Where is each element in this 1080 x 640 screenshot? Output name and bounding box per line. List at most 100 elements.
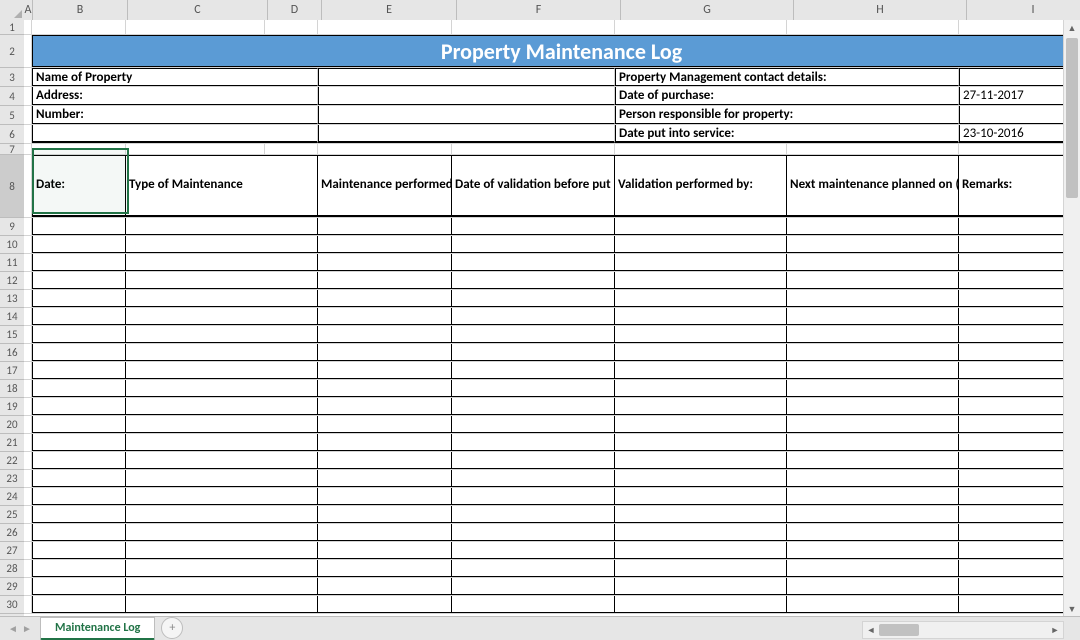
table-cell[interactable] [32, 308, 126, 325]
table-cell[interactable] [452, 236, 615, 253]
table-cell[interactable] [959, 506, 1064, 523]
table-cell[interactable] [787, 272, 959, 289]
table-cell[interactable] [615, 236, 787, 253]
table-cell[interactable] [787, 506, 959, 523]
table-cell[interactable] [615, 416, 787, 433]
table-cell[interactable] [787, 398, 959, 415]
table-cell[interactable] [615, 380, 787, 397]
table-cell[interactable] [787, 362, 959, 379]
table-cell[interactable] [318, 560, 452, 577]
table-cell[interactable] [32, 326, 126, 343]
table-cell[interactable] [787, 488, 959, 505]
table-cell[interactable] [32, 380, 126, 397]
table-cell[interactable] [615, 218, 787, 235]
table-cell[interactable] [615, 434, 787, 451]
row-header-7[interactable]: 7 [0, 144, 24, 155]
table-cell[interactable] [32, 488, 126, 505]
table-cell[interactable] [452, 596, 615, 613]
table-cell[interactable] [126, 398, 318, 415]
table-cell[interactable] [452, 434, 615, 451]
table-cell[interactable] [318, 578, 452, 595]
table-cell[interactable] [959, 272, 1064, 289]
table-cell[interactable] [959, 560, 1064, 577]
table-cell[interactable] [318, 380, 452, 397]
row-header-16[interactable]: 16 [0, 344, 24, 362]
table-cell[interactable] [318, 344, 452, 361]
row-header-3[interactable]: 3 [0, 68, 24, 87]
table-cell[interactable] [959, 308, 1064, 325]
table-cell[interactable] [615, 398, 787, 415]
tab-nav-next-icon[interactable]: ► [20, 620, 34, 636]
table-cell[interactable] [126, 560, 318, 577]
col-header-E[interactable]: E [322, 0, 457, 20]
table-cell[interactable] [32, 398, 126, 415]
table-cell[interactable] [452, 362, 615, 379]
spreadsheet-grid[interactable]: Property Maintenance Log Name of Propert… [24, 20, 1064, 617]
table-cell[interactable] [615, 470, 787, 487]
table-cell[interactable] [452, 506, 615, 523]
table-cell[interactable] [959, 434, 1064, 451]
row-header-18[interactable]: 18 [0, 380, 24, 398]
row-header-1[interactable]: 1 [0, 20, 24, 35]
value-person-responsible[interactable] [959, 106, 1064, 124]
row-header-26[interactable]: 26 [0, 524, 24, 542]
table-cell[interactable] [32, 434, 126, 451]
table-cell[interactable] [126, 236, 318, 253]
tab-nav-buttons[interactable]: ◄ ► [0, 620, 40, 636]
horizontal-scrollbar[interactable]: ◄ ► [862, 621, 1064, 639]
table-cell[interactable] [126, 254, 318, 271]
table-cell[interactable] [452, 488, 615, 505]
table-cell[interactable] [615, 344, 787, 361]
table-cell[interactable] [126, 380, 318, 397]
row-header-5[interactable]: 5 [0, 106, 24, 125]
table-cell[interactable] [32, 542, 126, 559]
value-date-of-purchase[interactable]: 27-11-2017 [959, 87, 1064, 105]
col-header-D[interactable]: D [268, 0, 322, 20]
table-cell[interactable] [452, 326, 615, 343]
table-cell[interactable] [318, 542, 452, 559]
table-cell[interactable] [959, 542, 1064, 559]
row-header-22[interactable]: 22 [0, 452, 24, 470]
table-cell[interactable] [32, 218, 126, 235]
table-cell[interactable] [126, 218, 318, 235]
value-address[interactable] [318, 87, 615, 105]
table-cell[interactable] [959, 416, 1064, 433]
table-cell[interactable] [452, 272, 615, 289]
table-cell[interactable] [959, 290, 1064, 307]
row-header-30[interactable]: 30 [0, 596, 24, 614]
table-cell[interactable] [959, 470, 1064, 487]
table-cell[interactable] [452, 470, 615, 487]
row-header-27[interactable]: 27 [0, 542, 24, 560]
table-cell[interactable] [32, 362, 126, 379]
row-header-25[interactable]: 25 [0, 506, 24, 524]
column-headers[interactable]: ABCDEFGHI [24, 0, 1064, 21]
row-header-20[interactable]: 20 [0, 416, 24, 434]
table-cell[interactable] [32, 416, 126, 433]
scroll-thumb[interactable] [1066, 38, 1078, 198]
table-cell[interactable] [787, 578, 959, 595]
table-cell[interactable] [318, 272, 452, 289]
table-cell[interactable] [452, 308, 615, 325]
table-cell[interactable] [959, 236, 1064, 253]
table-cell[interactable] [318, 326, 452, 343]
table-cell[interactable] [32, 506, 126, 523]
table-cell[interactable] [787, 542, 959, 559]
table-cell[interactable] [318, 506, 452, 523]
table-cell[interactable] [959, 596, 1064, 613]
table-cell[interactable] [959, 326, 1064, 343]
table-cell[interactable] [959, 362, 1064, 379]
scroll-up-arrow-icon[interactable]: ▲ [1064, 20, 1080, 36]
table-cell[interactable] [615, 506, 787, 523]
col-header-A[interactable]: A [24, 0, 33, 20]
sheet-tab-active[interactable]: Maintenance Log [40, 617, 155, 640]
table-cell[interactable] [787, 344, 959, 361]
row-header-10[interactable]: 10 [0, 236, 24, 254]
row-header-6[interactable]: 6 [0, 125, 24, 144]
table-cell[interactable] [126, 542, 318, 559]
scroll-left-arrow-icon[interactable]: ◄ [863, 623, 879, 637]
table-cell[interactable] [318, 434, 452, 451]
col-header-G[interactable]: G [621, 0, 794, 20]
row-header-9[interactable]: 9 [0, 218, 24, 236]
table-cell[interactable] [126, 452, 318, 469]
table-cell[interactable] [615, 524, 787, 541]
